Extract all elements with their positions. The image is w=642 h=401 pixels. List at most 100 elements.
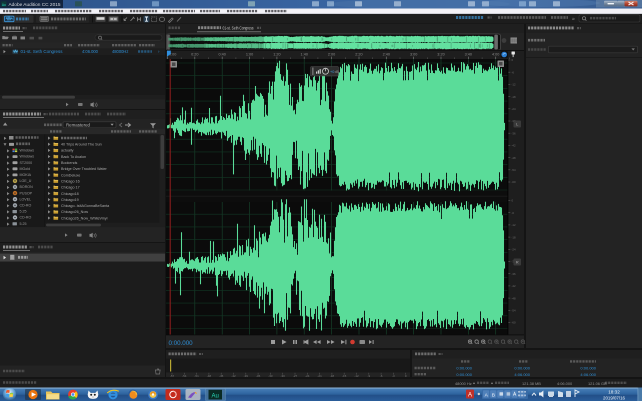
- svg-text:01-st. Seth Congress: 01-st. Seth Congress: [223, 26, 254, 31]
- svg-text:PUSOP: PUSOP: [20, 191, 33, 195]
- svg-text:Windows: Windows: [20, 155, 35, 159]
- svg-text:-18: -18: [512, 235, 516, 239]
- svg-text:Au: Au: [2, 3, 6, 7]
- svg-text:-6: -6: [512, 70, 515, 74]
- svg-text:MOKIA: MOKIA: [20, 173, 32, 177]
- svg-text:MGold: MGold: [20, 167, 31, 171]
- svg-text:-54: -54: [512, 309, 516, 313]
- svg-text:R: R: [516, 260, 519, 265]
- svg-text:-18: -18: [512, 95, 516, 99]
- svg-text:Remastered: Remastered: [66, 122, 91, 127]
- svg-text:-9: -9: [367, 374, 370, 378]
- svg-text:-36: -36: [256, 374, 261, 378]
- svg-text:-48: -48: [512, 296, 516, 300]
- svg-text:48000Hz: 48000Hz: [112, 49, 128, 54]
- svg-text:Chicago18: Chicago18: [61, 192, 79, 196]
- svg-text:Chicago 16: Chicago 16: [61, 179, 80, 183]
- svg-text:-24: -24: [305, 374, 310, 378]
- svg-text:actually: actually: [61, 149, 74, 153]
- svg-text:0:40: 0:40: [219, 52, 226, 56]
- svg-text:»: »: [572, 16, 575, 22]
- svg-text:CD-RO: CD-RO: [20, 216, 32, 220]
- svg-text:-15: -15: [342, 374, 347, 378]
- svg-text:121.38 MB: 121.38 MB: [522, 381, 541, 386]
- svg-text:dB: dB: [335, 70, 340, 74]
- svg-text:-42: -42: [512, 144, 516, 148]
- svg-text:Bookends: Bookends: [61, 161, 78, 165]
- svg-text:4:06.000: 4:06.000: [580, 372, 596, 377]
- svg-text:0:00.000: 0:00.000: [580, 366, 596, 371]
- svg-text:-51: -51: [194, 374, 199, 378]
- svg-text:5.25: 5.25: [20, 222, 27, 226]
- svg-text:2:20: 2:20: [355, 52, 362, 56]
- svg-text:-48: -48: [207, 374, 212, 378]
- svg-text:2:00: 2:00: [328, 52, 335, 56]
- svg-text:Back To Avalon: Back To Avalon: [61, 155, 86, 159]
- svg-text:-33: -33: [268, 374, 273, 378]
- svg-text:-54: -54: [182, 374, 187, 378]
- svg-text:-6: -6: [512, 211, 515, 215]
- svg-text:-30: -30: [281, 374, 286, 378]
- svg-text:3:00: 3:00: [410, 52, 417, 56]
- svg-text:-42: -42: [231, 374, 236, 378]
- svg-text:-36: -36: [512, 131, 516, 135]
- svg-text:CD-RO: CD-RO: [20, 204, 32, 208]
- svg-text:4:06.000: 4:06.000: [557, 381, 573, 386]
- svg-text:Chicago 17: Chicago 17: [61, 186, 80, 190]
- svg-text:-6: -6: [380, 374, 383, 378]
- svg-text:A: A: [468, 393, 472, 399]
- svg-text:B: B: [492, 392, 495, 398]
- svg-text:0:00.000: 0:00.000: [456, 366, 472, 371]
- svg-text:LOVEL: LOVEL: [20, 197, 32, 201]
- svg-text:-60: -60: [512, 180, 516, 184]
- svg-text:1:20: 1:20: [273, 52, 280, 56]
- svg-text:-57: -57: [170, 374, 175, 378]
- svg-text:121.06 GB: 121.06 GB: [588, 381, 607, 386]
- svg-text:1:00: 1:00: [246, 52, 253, 56]
- svg-text:0:00.000: 0:00.000: [169, 340, 194, 347]
- svg-text:Chicago..IsItAGonnaBeSanta: Chicago..IsItAGonnaBeSanta: [61, 204, 110, 208]
- svg-text:ST2000: ST2000: [20, 161, 33, 165]
- svg-text:-3: -3: [392, 374, 395, 378]
- svg-text:2019/07/16: 2019/07/16: [603, 396, 626, 401]
- svg-text:Windows: Windows: [20, 149, 35, 153]
- svg-text:-39: -39: [244, 374, 249, 378]
- svg-text:0:00.000: 0:00.000: [456, 372, 472, 377]
- svg-text:40 Trips Around The Sun: 40 Trips Around The Sun: [61, 143, 102, 147]
- svg-text:18:32: 18:32: [608, 389, 620, 394]
- svg-text:-24: -24: [512, 107, 516, 111]
- svg-text:-42: -42: [512, 284, 516, 288]
- svg-text:-12: -12: [512, 83, 516, 87]
- svg-text:ComDeluxe: ComDeluxe: [61, 173, 80, 177]
- svg-text:+0: +0: [330, 70, 334, 74]
- svg-text:-60: -60: [512, 321, 516, 325]
- svg-text:0:00.000: 0:00.000: [514, 366, 530, 371]
- svg-text:-18: -18: [330, 374, 335, 378]
- svg-text:Bridge Over Troubled Water: Bridge Over Troubled Water: [61, 167, 108, 171]
- svg-text:-48: -48: [512, 156, 516, 160]
- svg-text:Chicago26_Now_WhiteVinyl: Chicago26_Now_WhiteVinyl: [61, 216, 108, 220]
- svg-text:2:40: 2:40: [383, 52, 390, 56]
- svg-text:3:40: 3:40: [465, 52, 472, 56]
- svg-text:-12: -12: [512, 223, 516, 227]
- svg-text:-36: -36: [512, 272, 516, 276]
- svg-text:4:00: 4:00: [492, 52, 499, 56]
- svg-text:Chicago19: Chicago19: [61, 198, 79, 202]
- svg-text:Au: Au: [212, 393, 219, 399]
- svg-text:5.25: 5.25: [20, 210, 27, 214]
- svg-text:-12: -12: [354, 374, 359, 378]
- svg-text:01-st. Seth Congress: 01-st. Seth Congress: [21, 49, 63, 54]
- svg-text:48000 Hz: 48000 Hz: [455, 381, 472, 386]
- svg-text:-54: -54: [512, 168, 516, 172]
- svg-text:-24: -24: [512, 248, 516, 252]
- svg-text:0:20: 0:20: [191, 52, 198, 56]
- svg-text:3:20: 3:20: [437, 52, 444, 56]
- svg-text:-21: -21: [317, 374, 322, 378]
- svg-text:LGE_U: LGE_U: [20, 179, 32, 183]
- svg-text:4:06.000: 4:06.000: [514, 372, 530, 377]
- svg-text:4:06.000: 4:06.000: [82, 49, 99, 54]
- svg-text:-27: -27: [293, 374, 298, 378]
- svg-text:1:40: 1:40: [301, 52, 308, 56]
- svg-text:-45: -45: [219, 374, 224, 378]
- svg-text:Chicago26_Now: Chicago26_Now: [61, 210, 88, 214]
